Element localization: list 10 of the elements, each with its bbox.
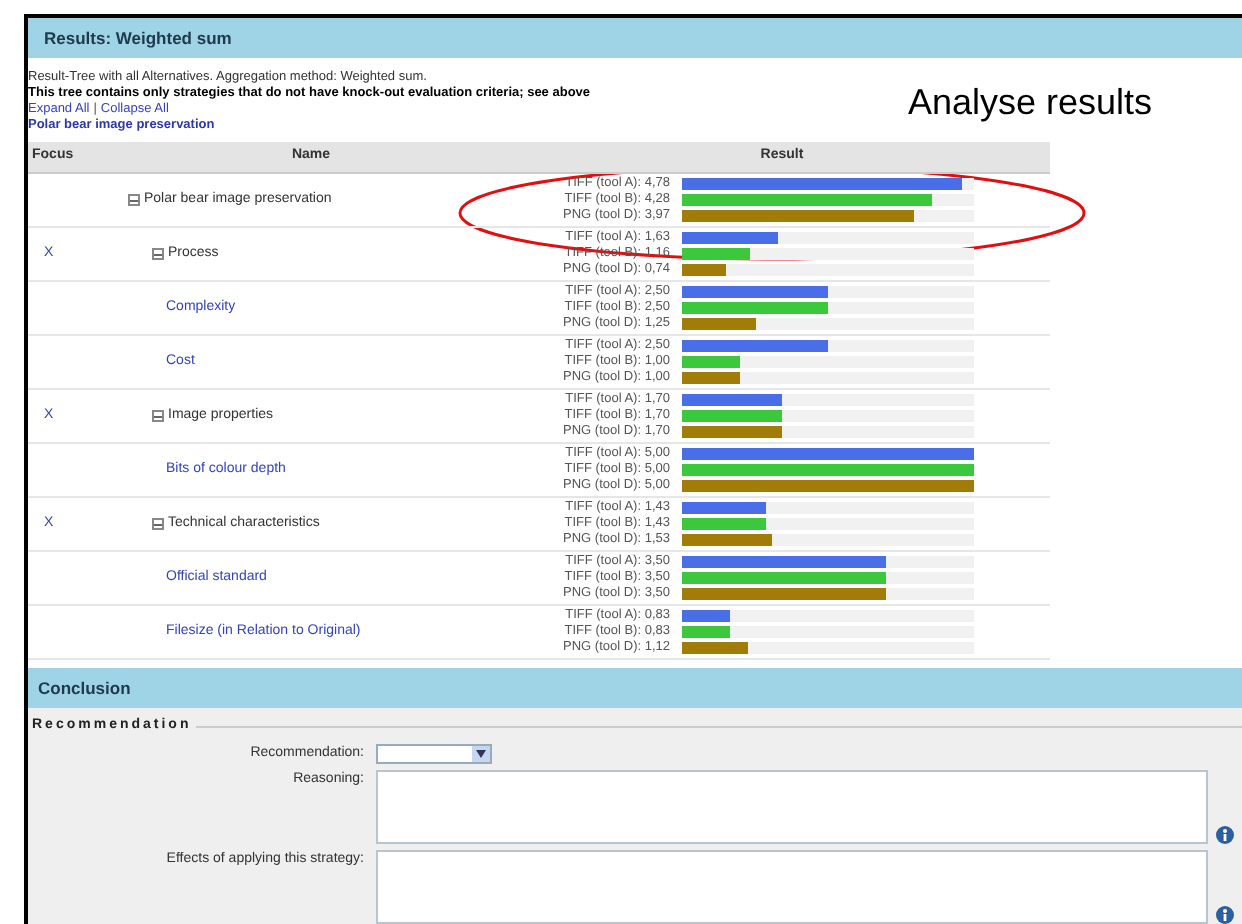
section-header: Conclusion xyxy=(28,668,1242,708)
caret-icon xyxy=(476,749,486,757)
collapse-icon[interactable] xyxy=(128,194,140,206)
collapse-icon[interactable] xyxy=(152,248,164,260)
collapse-icon[interactable] xyxy=(152,518,164,530)
help-icon[interactable] xyxy=(1216,826,1234,844)
annotation-title: Analyse results xyxy=(908,80,1153,126)
collapse-icon[interactable] xyxy=(152,410,164,422)
help-icon[interactable] xyxy=(1216,906,1234,924)
panel-title: Results: Weighted sum xyxy=(44,25,232,51)
